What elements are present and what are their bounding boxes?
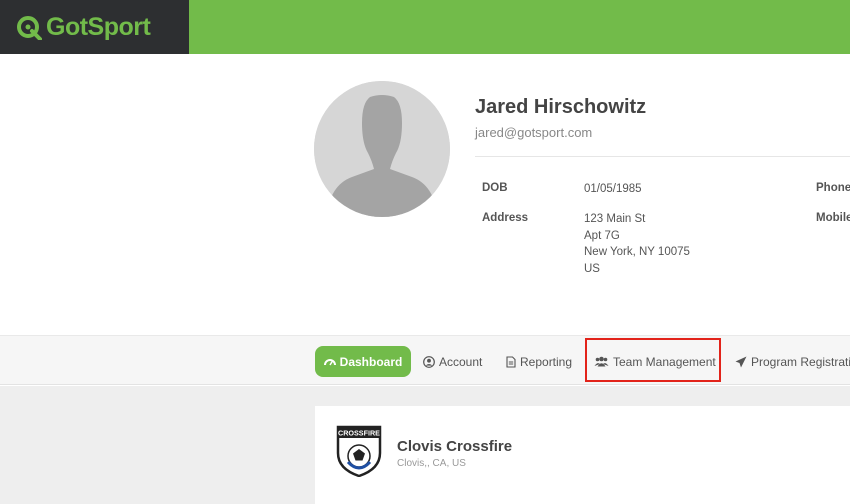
profile-name: Jared Hirschowitz: [475, 96, 647, 118]
nav-reporting-label: Reporting: [520, 354, 573, 369]
club-logo-text: CROSSFIRE: [338, 429, 380, 438]
nav-program-registration[interactable]: Program Registration: [735, 346, 850, 377]
nav-reporting[interactable]: Reporting: [506, 346, 572, 377]
address-line: Apt 7G: [584, 229, 620, 242]
address-line: US: [584, 262, 600, 275]
top-header: GotSport: [0, 0, 850, 54]
logo-text: GotSport: [46, 12, 151, 41]
user-circle-icon: [423, 355, 435, 368]
nav-account[interactable]: Account: [423, 346, 482, 377]
gotsport-logo[interactable]: GotSport: [0, 0, 189, 54]
nav-dashboard-label: Dashboard: [339, 354, 403, 369]
profile-email: jared@gotsport.com: [475, 125, 593, 140]
address-line: 123 Main St: [584, 213, 646, 225]
dashboard-icon: [323, 359, 336, 366]
phone-label: Phone: [816, 182, 850, 194]
crossfire-club-logo[interactable]: CROSSFIRE: [334, 423, 384, 477]
gotsport-logo-icon: [17, 16, 42, 40]
address-line: New York, NY 10075: [584, 246, 690, 258]
profile-nav-bar: Dashboard Account Reporting Team Managem…: [0, 335, 850, 385]
document-icon: [506, 355, 516, 368]
club-card: [315, 406, 850, 504]
mobile-label: Mobile: [816, 212, 850, 224]
nav-account-label: Account: [439, 354, 483, 369]
club-name[interactable]: Clovis Crossfire: [397, 438, 512, 455]
profile-divider: [475, 156, 850, 157]
nav-dashboard[interactable]: Dashboard: [315, 346, 411, 377]
avatar-silhouette-icon: [314, 81, 450, 217]
dob-label: DOB: [482, 182, 508, 194]
address-value: 123 Main St Apt 7G New York, NY 10075 US: [584, 211, 690, 277]
address-label: Address: [482, 212, 529, 224]
club-location: Clovis,, CA, US: [397, 458, 466, 469]
paper-plane-icon: [735, 356, 747, 367]
nav-program-registration-label: Program Registration: [751, 354, 850, 369]
team-management-highlight-box: [585, 338, 721, 382]
profile-avatar: [314, 81, 450, 217]
dob-value: 01/05/1985: [584, 183, 642, 195]
